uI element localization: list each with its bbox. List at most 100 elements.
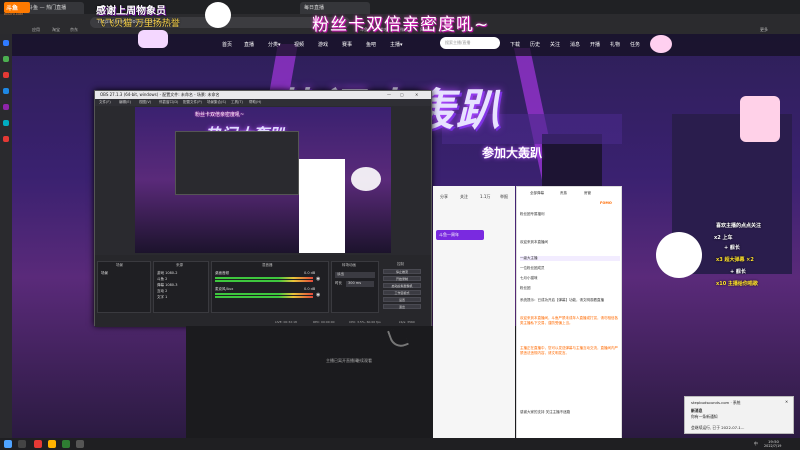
transitions-dock: 转场动画 淡出 时长 300 ms [331, 261, 379, 313]
sources-dock-header: 来源 [176, 263, 183, 267]
stop-streaming-button[interactable]: 停止推流 [383, 269, 421, 274]
status-cpu: CPU: 3.5%, 60.00 fps [349, 320, 381, 324]
sidebar-app-icon[interactable] [3, 40, 9, 46]
share-button[interactable]: 分享 [440, 194, 448, 200]
bookmark[interactable]: 京东 [70, 27, 78, 33]
sidebar-app-icon[interactable] [3, 88, 9, 94]
avatar[interactable] [650, 35, 672, 53]
nav-category[interactable]: 分类▾ [268, 41, 281, 48]
nested-obs-window [175, 131, 299, 195]
status-live: LIVE: 00:32:18 [275, 320, 297, 324]
scene-item[interactable]: 场景 [101, 271, 108, 276]
taskbar-lang[interactable]: 中 [754, 441, 758, 447]
duration-input[interactable]: 300 ms [346, 281, 374, 287]
user-row[interactable]: 一级大主播 [520, 256, 620, 261]
taskbar [0, 438, 800, 450]
player-hint: 主播已离开直播间 [326, 358, 358, 363]
chat-tab-all[interactable]: 全部弹幕 [530, 191, 544, 196]
follow-overlay-line: x10 主播给你唱歌 [716, 281, 758, 287]
virtual-camera-button[interactable]: 启动虚拟摄像机 [383, 283, 421, 288]
follow-count-value: 1.1万 [480, 194, 491, 199]
search-input[interactable]: 搜索主播/直播 [440, 37, 500, 49]
obs-menu-profile[interactable]: 配置文件(P) [183, 100, 202, 105]
player-hint[interactable]: 继续观看 [356, 358, 372, 364]
chat-tab-noble[interactable]: 贵族 [560, 191, 567, 196]
user-row[interactable]: 粉丝团 [520, 286, 620, 291]
maximize-icon[interactable]: ▢ [400, 92, 404, 97]
source-item[interactable]: 斗鱼 2 [157, 277, 167, 282]
taskbar-app-icon[interactable] [62, 440, 70, 448]
chat-tab-admin[interactable]: 房管 [584, 191, 591, 196]
nav-esports[interactable]: 赛事 [342, 41, 352, 48]
nav-game[interactable]: 游戏 [318, 41, 328, 48]
header-broadcast[interactable]: 开播 [590, 41, 600, 48]
douyu-header [12, 34, 800, 56]
browser-tab[interactable]: 斗鱼 — 热门直播 [24, 2, 84, 14]
source-item[interactable]: 互动 2 [157, 289, 167, 294]
obs-menu-scene-collection[interactable]: 场景集合(S) [207, 100, 226, 105]
bookmark[interactable]: 更多 [760, 27, 768, 33]
transition-select[interactable]: 淡出 [335, 272, 375, 278]
chat-footer-message: 感谢大家的支持 关注主播不迷路 [520, 410, 571, 414]
nav-anchor[interactable]: 主播▾ [390, 41, 403, 48]
minimize-icon[interactable]: — [387, 92, 391, 97]
source-item[interactable]: 游戏 1080-2 [157, 271, 178, 276]
cat-mascot-icon [351, 167, 381, 191]
report-button[interactable]: 举报 [500, 194, 508, 200]
bookmark[interactable]: 应用 [32, 27, 40, 33]
obs-menu-edit[interactable]: 编辑(E) [119, 100, 131, 105]
nav-fishbar[interactable]: 鱼吧 [366, 41, 376, 48]
promo-banner[interactable]: 斗鱼一周年 [436, 230, 484, 240]
nav-live[interactable]: 直播 [244, 41, 254, 48]
header-task[interactable]: 任务 [630, 41, 640, 48]
obs-menu-view[interactable]: 视图(V) [139, 100, 151, 105]
header-history[interactable]: 历史 [530, 41, 540, 48]
volume-meter [215, 293, 313, 295]
header-message[interactable]: 消息 [570, 41, 580, 48]
sidebar-app-icon[interactable] [3, 120, 9, 126]
taskbar-app-icon[interactable] [34, 440, 42, 448]
close-icon[interactable]: ✕ [415, 92, 418, 97]
obs-menu-help[interactable]: 帮助(H) [249, 100, 261, 105]
obs-menu-file[interactable]: 文件(F) [99, 100, 111, 105]
speaker-icon[interactable]: ◉ [316, 292, 320, 298]
room-info-panel [433, 186, 515, 438]
nav-home[interactable]: 首页 [222, 41, 232, 48]
exit-button[interactable]: 退出 [383, 304, 421, 309]
bookmark[interactable]: 淘宝 [52, 27, 60, 33]
user-row[interactable]: 七月小猫咪 [520, 276, 620, 281]
obs-menu-docks[interactable]: 停靠窗口(D) [159, 100, 178, 105]
fomo-badge: FOMO [600, 201, 612, 205]
source-item[interactable]: 文字 1 [157, 295, 167, 300]
header-gift[interactable]: 礼物 [610, 41, 620, 48]
sidebar-app-icon[interactable] [3, 136, 9, 142]
windows-start-icon[interactable] [4, 440, 12, 448]
sidebar-app-icon[interactable] [3, 72, 9, 78]
notification-toast[interactable]: stepbudsounds.com · 系统 ✕ 新消息 你有一条新通知 会继续… [684, 396, 794, 434]
douyu-logo-sub: DOUYU.COM [4, 12, 23, 16]
start-recording-button[interactable]: 开始录制 [383, 276, 421, 281]
obs-taskbar-icon[interactable] [76, 440, 84, 448]
search-icon[interactable] [18, 440, 26, 448]
follow-overlay-line: x3 超大弹幕 ×2 [716, 257, 754, 263]
header-follow[interactable]: 关注 [550, 41, 560, 48]
settings-button[interactable]: 设置 [383, 297, 421, 302]
obs-preview-canvas[interactable]: 热门大轰趴 粉丝卡双倍亲密度吼~ [135, 107, 391, 253]
volume-meter [215, 280, 313, 282]
user-row[interactable]: 一位粉丝团成员 [520, 266, 620, 271]
obs-menu-tools[interactable]: 工具(T) [231, 100, 243, 105]
sidebar-app-icon[interactable] [3, 104, 9, 110]
chat-pinned: 粉丝团专属福利 [520, 212, 545, 216]
status-rec: REC: 00:00:00 [313, 320, 335, 324]
obs-title-bar[interactable]: OBS 27.1.3 (64-bit, windows) - 配置文件: 未命名… [95, 91, 431, 99]
source-item[interactable]: 弹幕 1080-3 [157, 283, 178, 288]
follow-count[interactable]: 关注 [460, 194, 468, 200]
taskbar-app-icon[interactable] [48, 440, 56, 448]
header-download[interactable]: 下载 [510, 41, 520, 48]
close-icon[interactable]: ✕ [785, 399, 788, 404]
nav-video[interactable]: 视频 [294, 41, 304, 48]
taskbar-date[interactable]: 2022/7/19 [764, 444, 781, 448]
sidebar-app-icon[interactable] [3, 56, 9, 62]
studio-mode-button[interactable]: 工作室模式 [383, 290, 421, 295]
speaker-icon[interactable]: ◉ [316, 276, 320, 282]
